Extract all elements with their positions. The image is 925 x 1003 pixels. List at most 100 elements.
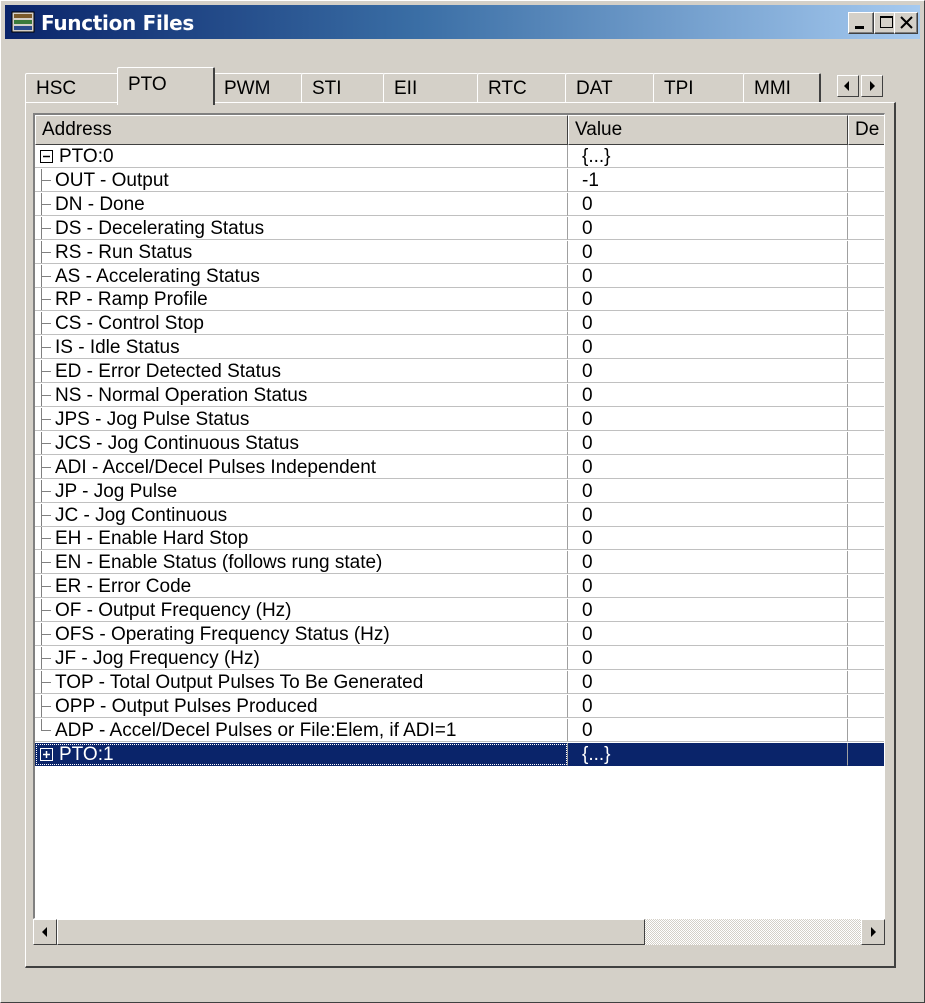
- value-cell[interactable]: 0: [568, 264, 848, 288]
- address-label: TOP - Total Output Pulses To Be Generate…: [55, 671, 424, 693]
- value-cell[interactable]: 0: [568, 694, 848, 718]
- description-cell: [848, 384, 884, 407]
- tab-scroll-left-button[interactable]: [837, 75, 859, 97]
- address-cell: EN - Enable Status (follows rung state): [35, 551, 568, 575]
- value-cell[interactable]: 0: [568, 527, 848, 551]
- tree-group-row[interactable]: PTO:0 {...}: [35, 145, 884, 168]
- value-cell[interactable]: 0: [568, 407, 848, 431]
- address-label: EH - Enable Hard Stop: [55, 528, 249, 550]
- table-row[interactable]: RS - Run Status 0: [35, 240, 884, 264]
- table-row[interactable]: AS - Accelerating Status 0: [35, 264, 884, 288]
- address-label: PTO:1: [59, 743, 114, 765]
- description-cell: [848, 241, 884, 264]
- address-cell: CS - Control Stop: [35, 312, 568, 336]
- table-row[interactable]: JCS - Jog Continuous Status 0: [35, 431, 884, 455]
- table-row[interactable]: JPS - Jog Pulse Status 0: [35, 407, 884, 431]
- address-cell: JPS - Jog Pulse Status: [35, 407, 568, 431]
- address-cell: ADI - Accel/Decel Pulses Independent: [35, 455, 568, 479]
- tree-branch: [41, 586, 51, 588]
- horizontal-scrollbar[interactable]: [33, 919, 885, 945]
- expand-plus-icon[interactable]: [40, 747, 53, 761]
- scroll-left-button[interactable]: [33, 919, 57, 945]
- column-header-description[interactable]: De: [848, 115, 884, 145]
- value-cell[interactable]: 0: [568, 551, 848, 575]
- value-cell[interactable]: 0: [568, 575, 848, 599]
- table-row[interactable]: JC - Jog Continuous 0: [35, 503, 884, 527]
- table-row[interactable]: ADI - Accel/Decel Pulses Independent 0: [35, 455, 884, 479]
- minimize-button[interactable]: [848, 12, 874, 34]
- address-cell: DS - Decelerating Status: [35, 216, 568, 240]
- tab-rtc[interactable]: RTC: [477, 73, 567, 103]
- value-cell[interactable]: 0: [568, 670, 848, 694]
- value-cell[interactable]: 0: [568, 646, 848, 670]
- tab-dat[interactable]: DAT: [565, 73, 655, 103]
- tab-tpi[interactable]: TPI: [653, 73, 745, 103]
- tab-scroll-right-button[interactable]: [861, 75, 883, 97]
- table-row[interactable]: CS - Control Stop 0: [35, 312, 884, 336]
- table-row[interactable]: RP - Ramp Profile 0: [35, 288, 884, 312]
- table-row[interactable]: ADP - Accel/Decel Pulses or File:Elem, i…: [35, 718, 884, 742]
- value-cell[interactable]: 0: [568, 431, 848, 455]
- table-row[interactable]: NS - Normal Operation Status 0: [35, 384, 884, 407]
- table-row[interactable]: EH - Enable Hard Stop 0: [35, 527, 884, 551]
- table-row[interactable]: JF - Jog Frequency (Hz) 0: [35, 646, 884, 670]
- tree-branch: [41, 705, 51, 707]
- value-cell[interactable]: 0: [568, 384, 848, 407]
- value-cell[interactable]: 0: [568, 503, 848, 527]
- table-row[interactable]: IS - Idle Status 0: [35, 336, 884, 360]
- value-cell[interactable]: {...}: [568, 742, 848, 766]
- table-row[interactable]: TOP - Total Output Pulses To Be Generate…: [35, 670, 884, 694]
- table-row[interactable]: DS - Decelerating Status 0: [35, 216, 884, 240]
- function-files-app-icon: [11, 10, 35, 34]
- table-row[interactable]: OF - Output Frequency (Hz) 0: [35, 599, 884, 623]
- address-cell: EH - Enable Hard Stop: [35, 527, 568, 551]
- address-label: DS - Decelerating Status: [55, 217, 265, 239]
- tab-pto[interactable]: PTO: [117, 67, 215, 105]
- value-cell[interactable]: {...}: [568, 145, 848, 168]
- table-row[interactable]: EN - Enable Status (follows rung state) 0: [35, 551, 884, 575]
- value-cell[interactable]: 0: [568, 240, 848, 264]
- close-icon: [900, 16, 913, 29]
- tab-pwm[interactable]: PWM: [213, 73, 303, 103]
- tree-branch: [41, 442, 51, 444]
- value-cell[interactable]: -1: [568, 168, 848, 192]
- tree-branch: [41, 347, 51, 349]
- title-bar[interactable]: Function Files: [5, 5, 920, 39]
- value-cell[interactable]: 0: [568, 718, 848, 742]
- value-cell[interactable]: 0: [568, 479, 848, 503]
- collapse-minus-icon[interactable]: [40, 150, 53, 163]
- table-row[interactable]: DN - Done 0: [35, 192, 884, 216]
- value-cell[interactable]: 0: [568, 599, 848, 623]
- address-label: EN - Enable Status (follows rung state): [55, 552, 383, 574]
- scroll-right-button[interactable]: [861, 919, 885, 945]
- table-row[interactable]: ED - Error Detected Status 0: [35, 360, 884, 384]
- tab-mmi[interactable]: MMI: [743, 73, 821, 103]
- address-label: ED - Error Detected Status: [55, 361, 281, 383]
- tree-branch: [41, 634, 51, 635]
- address-label: ADP - Accel/Decel Pulses or File:Elem, i…: [55, 719, 457, 741]
- value-cell[interactable]: 0: [568, 623, 848, 646]
- value-cell[interactable]: 0: [568, 312, 848, 336]
- value-cell[interactable]: 0: [568, 216, 848, 240]
- value-cell[interactable]: 0: [568, 288, 848, 312]
- arrow-right-icon: [871, 927, 876, 937]
- value-cell[interactable]: 0: [568, 192, 848, 216]
- value-cell[interactable]: 0: [568, 336, 848, 360]
- value-cell[interactable]: 0: [568, 360, 848, 384]
- tree-group-row[interactable]: PTO:1 {...}: [35, 742, 884, 766]
- table-row[interactable]: JP - Jog Pulse 0: [35, 479, 884, 503]
- table-row[interactable]: OUT - Output -1: [35, 168, 884, 192]
- tab-hsc[interactable]: HSC: [25, 73, 119, 103]
- tab-eii[interactable]: EII: [383, 73, 479, 103]
- table-row[interactable]: ER - Error Code 0: [35, 575, 884, 599]
- address-cell: PTO:1: [35, 742, 568, 766]
- table-row[interactable]: OPP - Output Pulses Produced 0: [35, 694, 884, 718]
- column-header-address[interactable]: Address: [35, 115, 568, 145]
- column-header-value[interactable]: Value: [568, 115, 848, 145]
- scroll-thumb[interactable]: [57, 919, 645, 945]
- tab-sti[interactable]: STI: [301, 73, 385, 103]
- close-button[interactable]: [894, 12, 918, 34]
- table-row[interactable]: OFS - Operating Frequency Status (Hz) 0: [35, 623, 884, 646]
- tree-branch: [41, 610, 51, 612]
- value-cell[interactable]: 0: [568, 455, 848, 479]
